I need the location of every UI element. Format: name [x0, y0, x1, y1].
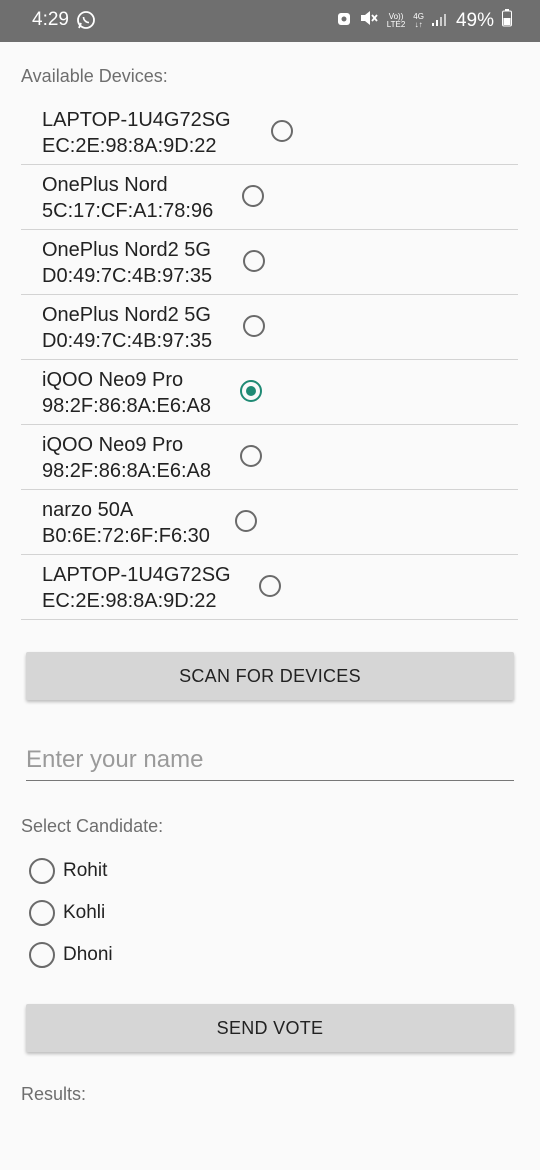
network-type-icon: 4G ↓↑	[413, 13, 424, 29]
device-row[interactable]: iQOO Neo9 Pro 98:2F:86:8A:E6:A8	[21, 425, 518, 490]
candidate-radio[interactable]	[29, 900, 55, 926]
status-bar: 4:29 Vo)) LTE2 4G ↓↑ 49%	[0, 0, 540, 42]
scan-devices-button[interactable]: SCAN FOR DEVICES	[26, 652, 514, 700]
device-info: OnePlus Nord2 5G D0:49:7C:4B:97:35	[42, 302, 212, 354]
device-info: iQOO Neo9 Pro 98:2F:86:8A:E6:A8	[42, 367, 211, 419]
device-radio[interactable]	[240, 445, 262, 467]
device-mac: EC:2E:98:8A:9D:22	[42, 590, 217, 612]
device-info: LAPTOP-1U4G72SG EC:2E:98:8A:9D:22	[42, 107, 231, 159]
device-mac: 98:2F:86:8A:E6:A8	[42, 395, 212, 417]
signal-icon	[431, 10, 448, 32]
device-list: LAPTOP-1U4G72SG EC:2E:98:8A:9D:22 OnePlus …	[21, 100, 518, 620]
device-name: iQOO Neo9 Pro	[42, 434, 184, 456]
alarm-icon	[337, 10, 351, 32]
available-devices-label: Available Devices:	[21, 66, 168, 86]
device-info: narzo 50A B0:6E:72:6F:F6:30	[42, 497, 210, 549]
name-input[interactable]	[26, 740, 514, 781]
device-name: OnePlus Nord2 5G	[42, 239, 211, 261]
device-mac: 98:2F:86:8A:E6:A8	[42, 460, 212, 482]
device-radio[interactable]	[240, 380, 262, 402]
volte-bottom-text: LTE2	[386, 20, 406, 29]
device-mac: D0:49:7C:4B:97:35	[42, 330, 213, 352]
device-row[interactable]: OnePlus Nord 5C:17:CF:A1:78:96	[21, 165, 518, 230]
device-info: OnePlus Nord 5C:17:CF:A1:78:96	[42, 172, 213, 224]
device-name: LAPTOP-1U4G72SG	[42, 564, 231, 586]
candidate-radio[interactable]	[29, 858, 55, 884]
battery-percent: 49%	[455, 10, 494, 31]
mute-icon	[359, 9, 379, 33]
device-radio[interactable]	[259, 575, 281, 597]
device-mac: D0:49:7C:4B:97:35	[42, 265, 213, 287]
device-row[interactable]: iQOO Neo9 Pro 98:2F:86:8A:E6:A8	[21, 360, 518, 425]
device-radio[interactable]	[271, 120, 293, 142]
device-name: OnePlus Nord2 5G	[42, 304, 211, 326]
results-label: Results:	[21, 1084, 87, 1104]
candidate-label: Dhoni	[63, 944, 113, 965]
battery-icon	[502, 9, 512, 33]
device-radio[interactable]	[243, 250, 265, 272]
device-radio[interactable]	[242, 185, 264, 207]
device-row[interactable]: LAPTOP-1U4G72SG EC:2E:98:8A:9D:22	[21, 100, 518, 165]
device-name: iQOO Neo9 Pro	[42, 369, 184, 391]
device-radio[interactable]	[243, 315, 265, 337]
candidate-radio[interactable]	[29, 942, 55, 968]
send-vote-button[interactable]: SEND VOTE	[26, 1004, 514, 1052]
device-name: LAPTOP-1U4G72SG	[42, 109, 231, 131]
volte-icon: Vo)) LTE2	[387, 13, 406, 29]
device-row[interactable]: OnePlus Nord2 5G D0:49:7C:4B:97:35	[21, 230, 518, 295]
device-mac: 5C:17:CF:A1:78:96	[42, 200, 214, 222]
device-mac: B0:6E:72:6F:F6:30	[42, 525, 210, 547]
select-candidate-label: Select Candidate:	[21, 816, 164, 836]
data-arrows-text: ↓↑	[414, 20, 423, 29]
device-row[interactable]: narzo 50A B0:6E:72:6F:F6:30	[21, 490, 518, 555]
device-row[interactable]: OnePlus Nord2 5G D0:49:7C:4B:97:35	[21, 295, 518, 360]
device-info: iQOO Neo9 Pro 98:2F:86:8A:E6:A8	[42, 432, 211, 484]
candidate-label: Kohli	[63, 902, 106, 923]
device-mac: EC:2E:98:8A:9D:22	[42, 135, 217, 157]
device-name: narzo 50A	[42, 499, 134, 521]
candidate-label: Rohit	[63, 860, 108, 881]
device-name: OnePlus Nord	[42, 174, 168, 196]
device-info: OnePlus Nord2 5G D0:49:7C:4B:97:35	[42, 237, 212, 289]
device-row[interactable]: LAPTOP-1U4G72SG EC:2E:98:8A:9D:22	[21, 555, 518, 620]
whatsapp-icon	[76, 10, 96, 35]
device-info: LAPTOP-1U4G72SG EC:2E:98:8A:9D:22	[42, 562, 231, 614]
status-time: 4:29	[32, 9, 69, 30]
device-radio[interactable]	[235, 510, 257, 532]
